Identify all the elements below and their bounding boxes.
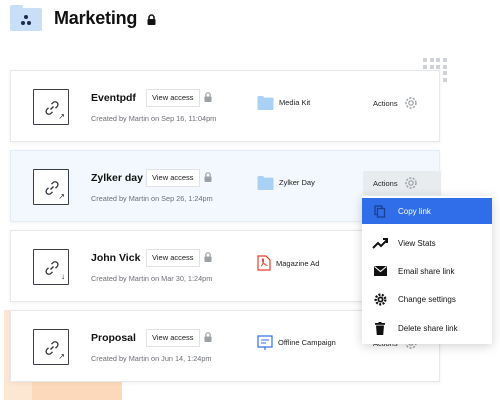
link-name[interactable]: Proposal (91, 332, 136, 344)
trash-icon (375, 321, 385, 335)
link-thumbnail: ↓ (33, 249, 69, 285)
menu-item-label: Email share link (398, 266, 455, 276)
menu-item-copy-link[interactable]: Copy link (362, 198, 492, 224)
menu-item-change-settings[interactable]: Change settings (362, 286, 492, 312)
share-link-row[interactable]: ↗ Eventpdf View access Created by Martin… (10, 70, 440, 142)
destination-label: Magazine Ad (276, 258, 320, 268)
lock-icon (204, 172, 212, 182)
page-title: Marketing (54, 7, 138, 28)
link-thumbnail: ↗ (33, 169, 69, 205)
page-header: Marketing (10, 3, 156, 33)
destination[interactable]: Magazine Ad (257, 255, 319, 271)
pdf-icon (257, 255, 271, 271)
destination-label: Offline Campaign (278, 338, 336, 347)
lock-icon (204, 92, 212, 102)
actions-label: Actions (373, 178, 398, 188)
lock-icon (147, 13, 156, 25)
link-thumbnail: ↗ (33, 329, 69, 365)
menu-item-label: Copy link (398, 206, 431, 216)
link-name[interactable]: Zylker day (91, 172, 143, 184)
presentation-icon (257, 335, 273, 350)
view-access-badge[interactable]: View access (146, 329, 200, 347)
view-access-badge[interactable]: View access (146, 89, 200, 107)
view-access-badge[interactable]: View access (146, 249, 200, 267)
destination-label: Zylker Day (279, 178, 315, 187)
view-access-badge[interactable]: View access (146, 169, 200, 187)
actions-button[interactable]: Actions (363, 91, 433, 115)
destination[interactable]: Zylker Day (257, 175, 315, 190)
created-info: Created by Martin on Mar 30, 1:24pm (91, 274, 213, 283)
menu-item-label: View Stats (398, 238, 436, 248)
folder-icon (257, 176, 274, 190)
link-type-icon: ↗ (58, 112, 65, 121)
menu-item-label: Delete share link (398, 323, 458, 333)
link-name[interactable]: John Vick (91, 252, 140, 264)
actions-label: Actions (373, 98, 398, 108)
stats-icon (372, 238, 388, 249)
link-type-icon: ↗ (58, 352, 65, 361)
link-icon (45, 261, 59, 275)
lock-icon (204, 252, 212, 262)
destination[interactable]: Media Kit (257, 95, 310, 110)
actions-dropdown-menu: Copy link View Stats Email share link Ch… (362, 196, 492, 344)
link-type-icon: ↗ (58, 192, 65, 201)
link-type-icon: ↓ (61, 272, 65, 281)
lock-icon (204, 332, 212, 342)
destination[interactable]: Offline Campaign (257, 335, 336, 350)
link-thumbnail: ↗ (33, 89, 69, 125)
menu-item-view-stats[interactable]: View Stats (362, 230, 492, 256)
copy-icon (374, 204, 386, 218)
created-info: Created by Martin on Sep 26, 1:24pm (91, 194, 213, 203)
gear-icon (373, 292, 387, 306)
destination-label: Media Kit (279, 98, 311, 107)
folder-icon (257, 96, 274, 110)
email-icon (373, 266, 387, 276)
gear-icon (404, 177, 417, 189)
menu-item-email-share-link[interactable]: Email share link (362, 258, 492, 284)
team-folder-icon (10, 5, 42, 31)
created-info: Created by Martin on Sep 16, 11:04pm (91, 114, 217, 123)
menu-item-delete-share-link[interactable]: Delete share link (362, 315, 492, 341)
link-name[interactable]: Eventpdf (91, 92, 136, 104)
menu-item-label: Change settings (398, 294, 456, 304)
gear-icon (404, 97, 417, 109)
actions-button[interactable]: Actions (363, 171, 441, 195)
created-info: Created by Martin on Jun 14, 1:24pm (91, 354, 212, 363)
